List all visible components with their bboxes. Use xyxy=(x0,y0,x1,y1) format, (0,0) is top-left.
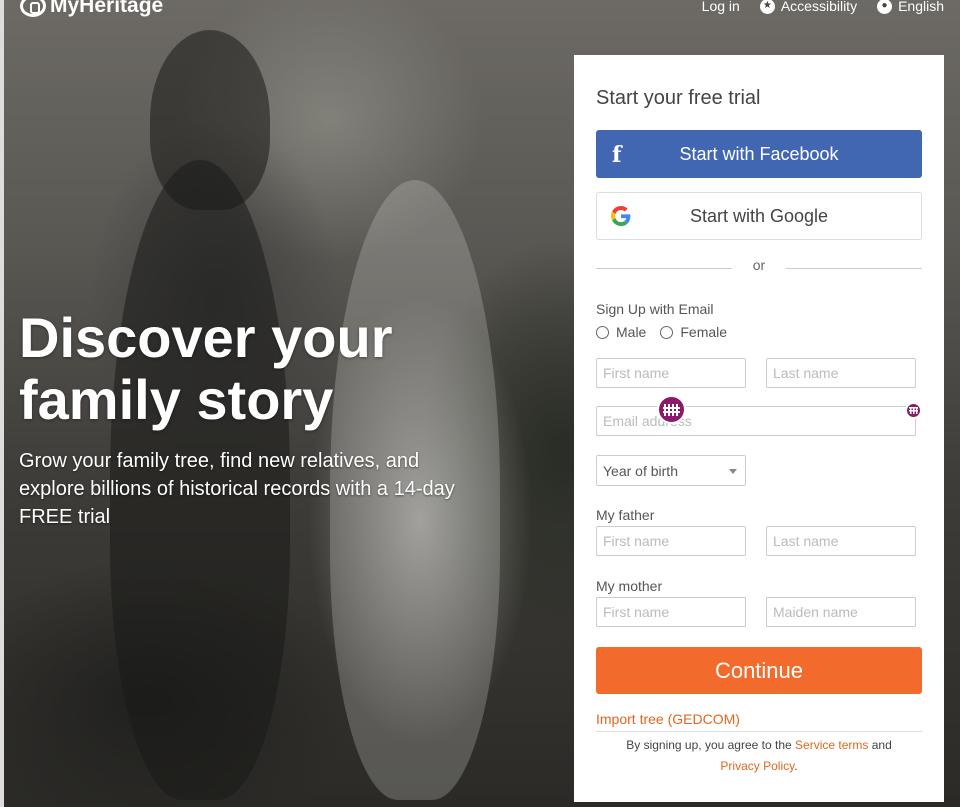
mother-first-name-input[interactable]: First name xyxy=(596,597,746,627)
hero-title-line1: Discover your xyxy=(19,306,393,369)
window-edge xyxy=(0,0,4,807)
password-manager-small-badge[interactable] xyxy=(905,402,922,419)
mother-label: My mother xyxy=(596,578,663,594)
hero-title: Discover your family story xyxy=(19,307,539,431)
chevron-down-icon xyxy=(729,469,737,474)
continue-button[interactable]: Continue xyxy=(596,647,922,694)
father-first-name-input[interactable]: First name xyxy=(596,526,746,556)
import-gedcom-link[interactable]: Import tree (GEDCOM) xyxy=(596,711,740,727)
top-bar: MyHeritage Log in ★ Accessibility ● Engl… xyxy=(0,0,960,18)
terms-suffix: . xyxy=(794,759,798,773)
father-label: My father xyxy=(596,507,655,523)
facebook-icon: f xyxy=(612,142,622,168)
email-input[interactable]: Email address xyxy=(596,406,916,436)
language-selector[interactable]: ● English xyxy=(877,0,944,14)
gender-female-option[interactable]: Female xyxy=(660,324,727,340)
privacy-policy-link[interactable]: Privacy Policy xyxy=(720,759,794,773)
terms-prefix: By signing up, you agree to the xyxy=(626,738,792,752)
female-radio[interactable] xyxy=(660,325,674,339)
hero-title-line2: family story xyxy=(19,368,334,431)
or-divider: or xyxy=(596,257,922,277)
or-text: or xyxy=(752,257,766,273)
first-name-input[interactable]: First name xyxy=(596,358,746,388)
login-label: Log in xyxy=(701,0,740,14)
language-label: English xyxy=(898,0,944,14)
hero-subtitle: Grow your family tree, find new relative… xyxy=(19,450,455,528)
logo[interactable]: MyHeritage xyxy=(20,0,163,18)
gender-selector: Male Female xyxy=(596,324,727,340)
google-signup-button[interactable]: Start with Google xyxy=(596,192,922,240)
top-links: Log in ★ Accessibility ● English xyxy=(702,0,944,14)
signup-title: Start your free trial xyxy=(596,87,761,109)
last-name-input[interactable]: Last name xyxy=(766,358,916,388)
female-label: Female xyxy=(680,324,728,340)
accessibility-label: Accessibility xyxy=(780,0,858,14)
mother-maiden-name-input[interactable]: Maiden name xyxy=(766,597,916,627)
logo-text: MyHeritage xyxy=(50,0,164,17)
terms-and: and xyxy=(871,738,892,752)
facebook-button-label: Start with Facebook xyxy=(679,143,839,164)
year-of-birth-label: Year of birth xyxy=(603,462,678,479)
fence-icon xyxy=(663,404,680,416)
divider-line-right xyxy=(786,268,922,269)
grid-icon xyxy=(909,407,918,414)
accessibility-icon: ★ xyxy=(759,0,775,14)
email-section-label: Sign Up with Email xyxy=(596,301,714,317)
google-button-label: Start with Google xyxy=(689,205,829,226)
facebook-signup-button[interactable]: f Start with Facebook xyxy=(596,130,922,178)
terms-text: By signing up, you agree to the Service … xyxy=(596,735,922,777)
myheritage-logo-icon xyxy=(20,0,46,17)
gender-male-option[interactable]: Male xyxy=(596,324,646,340)
male-radio[interactable] xyxy=(596,325,609,339)
terms-divider xyxy=(596,731,922,732)
male-label: Male xyxy=(616,324,647,340)
password-manager-badge[interactable] xyxy=(657,395,686,424)
globe-icon: ● xyxy=(877,0,893,14)
login-link[interactable]: Log in xyxy=(702,0,740,14)
signup-panel: Start your free trial f Start with Faceb… xyxy=(574,55,944,802)
google-icon xyxy=(611,206,631,226)
father-last-name-input[interactable]: Last name xyxy=(766,526,916,556)
service-terms-link[interactable]: Service terms xyxy=(795,738,868,752)
year-of-birth-select[interactable]: Year of birth xyxy=(596,455,746,486)
accessibility-link[interactable]: ★ Accessibility xyxy=(759,0,858,14)
